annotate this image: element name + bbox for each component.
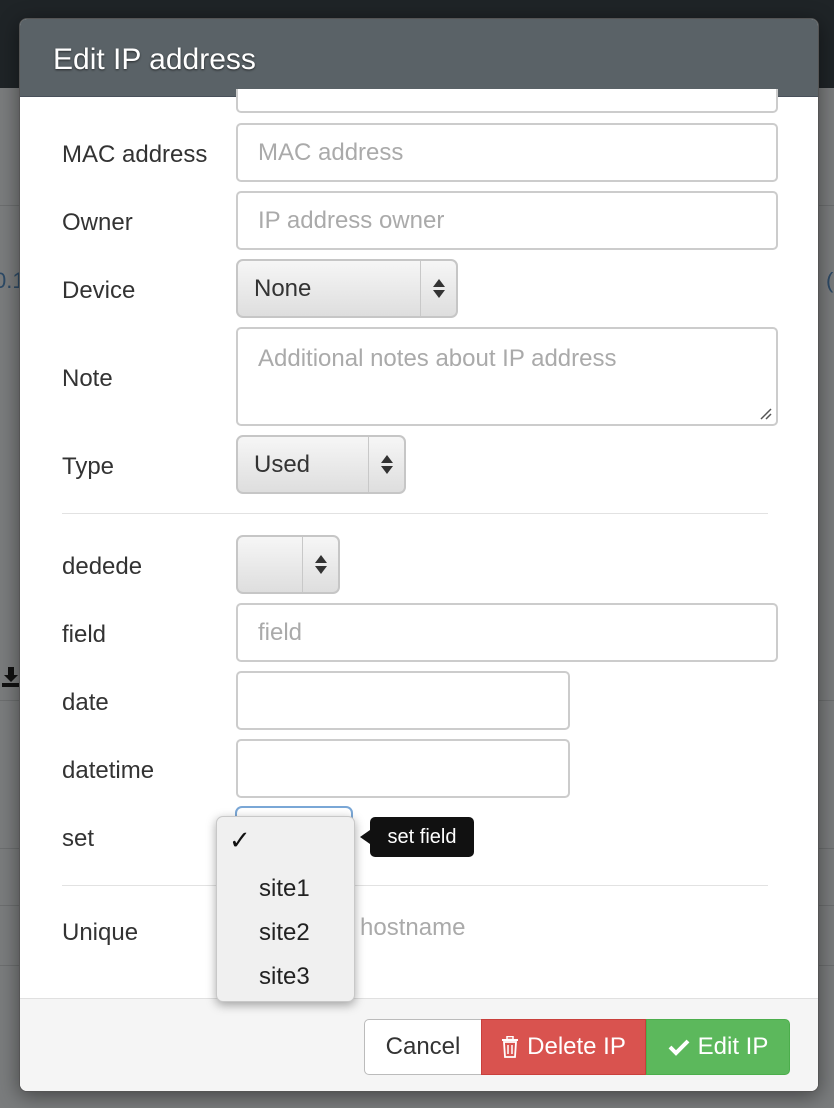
owner-label: Owner [62,209,133,236]
device-label: Device [62,277,136,304]
unique-label: Unique [62,919,139,946]
set-dropdown-menu[interactable]: ✓ site1 site2 site3 [216,816,355,1002]
type-select-value: Used [254,450,311,478]
delete-ip-button-label: Delete IP [527,1033,626,1060]
dropdown-option-site2[interactable]: site2 [259,919,310,947]
cancel-button[interactable]: Cancel [364,1019,482,1075]
download-icon [2,667,20,693]
dedede-select[interactable] [236,535,340,594]
note-textarea[interactable]: Additional notes about IP address [236,327,778,426]
resize-grip-icon[interactable] [758,406,772,420]
cancel-button-label: Cancel [385,1033,461,1060]
datetime-label: datetime [62,757,155,784]
background-fragment-right: ( [826,268,834,293]
type-select[interactable]: Used [236,435,406,494]
date-label: date [62,689,109,716]
edit-ip-button[interactable]: Edit IP [646,1019,790,1075]
select-arrows-icon [302,537,338,592]
device-select-value: None [254,274,312,302]
datetime-input[interactable] [236,739,570,798]
field-label: field [62,621,107,648]
hostname-input-partial[interactable] [236,89,778,113]
tooltip-arrow [360,830,370,844]
mac-address-placeholder: MAC address [258,138,404,166]
date-input[interactable] [236,671,570,730]
trash-icon [502,1036,519,1058]
section-divider [62,513,768,514]
edit-ip-button-label: Edit IP [697,1033,769,1060]
dropdown-option-site3[interactable]: site3 [259,963,310,991]
device-select[interactable]: None [236,259,458,318]
note-placeholder: Additional notes about IP address [258,345,617,372]
owner-placeholder: IP address owner [258,206,445,234]
set-label: set [62,825,95,852]
checkmark-icon: ✓ [229,825,251,855]
unique-hostname-text: e hostname [340,914,466,941]
field-placeholder: field [258,618,303,646]
dialog-header: Edit IP address [20,19,818,97]
dedede-label: dedede [62,553,143,580]
mac-address-label: MAC address [62,141,208,168]
dialog-footer: Cancel Delete IP Edit IP [20,998,818,1091]
set-field-tooltip: set field [370,817,474,857]
delete-ip-button[interactable]: Delete IP [481,1019,646,1075]
type-label: Type [62,453,115,480]
section-divider [62,885,768,886]
select-arrows-icon [368,437,404,492]
dropdown-option-site1[interactable]: site1 [259,875,310,903]
field-input[interactable]: field [236,603,778,662]
mac-address-input[interactable]: MAC address [236,123,778,182]
owner-input[interactable]: IP address owner [236,191,778,250]
select-arrows-icon [420,261,456,316]
check-icon [668,1039,690,1056]
dialog-title: Edit IP address [53,43,256,76]
note-label: Note [62,365,113,392]
